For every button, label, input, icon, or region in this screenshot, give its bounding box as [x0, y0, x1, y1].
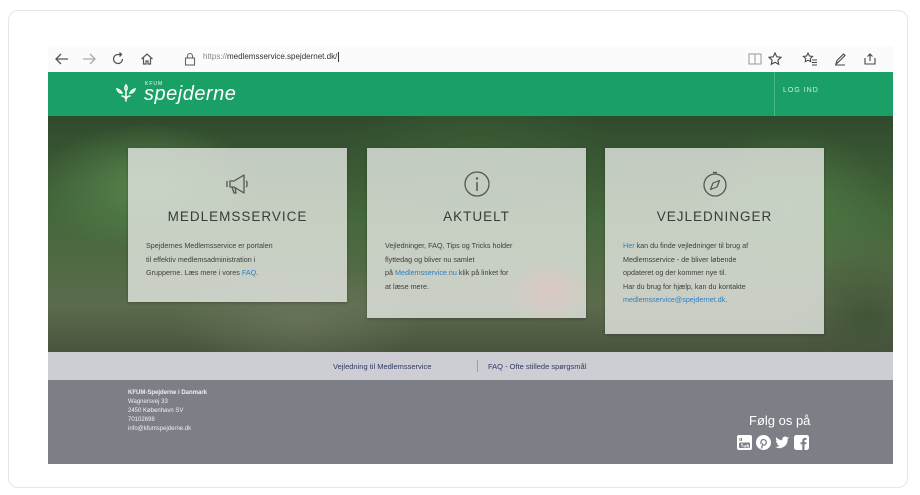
favorites-hub-icon[interactable]	[800, 49, 820, 69]
card-text: kan du finde vejledninger til brug af	[634, 241, 749, 250]
home-icon[interactable]	[137, 49, 157, 69]
follow-label: Følg os på	[749, 413, 811, 428]
card-text-line: flyttedag og bliver nu samlet	[385, 254, 475, 264]
favorite-star-icon[interactable]	[765, 49, 785, 69]
card-text-line: Vejledninger, FAQ, Tips og Tricks holder	[385, 241, 513, 250]
url-protocol: https://	[203, 52, 228, 62]
header-divider	[774, 72, 775, 116]
back-arrow-icon[interactable]	[52, 49, 72, 69]
footer-org: KFUM-Spejderne i Danmark	[128, 390, 208, 396]
megaphone-icon	[225, 174, 248, 194]
pinterest-icon[interactable]	[756, 435, 771, 450]
refresh-icon[interactable]	[108, 49, 128, 69]
guide-link[interactable]: Vejledning til Medlemsservice	[333, 362, 431, 371]
card-text-line: Har du brug for hjælp, kan du kontakte	[623, 281, 746, 291]
card-text-line: på Medlemsservice.nu klik på linket for	[385, 266, 572, 280]
link-bar: Vejledning til Medlemsservice FAQ - Ofte…	[48, 352, 893, 380]
card-text: .	[725, 295, 728, 304]
card-title: MEDLEMSSERVICE	[167, 209, 308, 224]
link-separator	[477, 360, 478, 372]
address-bar[interactable]: https://medlemsservice.spejdernet.dk/	[203, 52, 340, 62]
forward-arrow-icon[interactable]	[79, 49, 99, 69]
info-icon	[463, 171, 490, 197]
card-aktuelt: AKTUELT Vejledninger, FAQ, Tips og Trick…	[367, 148, 586, 318]
footer-phone: 70102698	[128, 417, 155, 423]
card-text-line: Spejdernes Medlemsservice er portalen	[146, 241, 273, 250]
medlemsservice-nu-link[interactable]: Medlemsservice.nu	[395, 268, 457, 277]
logo-clover-icon[interactable]	[114, 81, 138, 105]
card-text-line: opdateret og der kommer nye til.	[623, 268, 727, 277]
reading-view-icon[interactable]	[745, 49, 765, 69]
card-text-line: Medlemsservice - de bliver løbende	[623, 254, 737, 264]
site-header: KFUM spejderne LOG IND	[48, 72, 893, 116]
login-link[interactable]: LOG IND	[783, 87, 819, 94]
footer-email[interactable]: info@kfumspejderne.dk	[128, 426, 191, 432]
faq-page-link[interactable]: FAQ - Ofte stillede spørgsmål	[488, 362, 586, 371]
card-text-line: at læse mere.	[385, 281, 429, 291]
card-text-line: til effektiv medlemsadministration i	[146, 254, 256, 264]
card-body: Spejdernes Medlemsservice er portalen ti…	[146, 239, 333, 280]
her-link[interactable]: Her	[623, 241, 635, 250]
card-body: Vejledninger, FAQ, Tips og Tricks holder…	[385, 239, 572, 293]
url-host: medlemsservice.spejdernet.dk/	[227, 52, 338, 62]
twitter-icon[interactable]	[775, 435, 790, 450]
browser-toolbar: https://medlemsservice.spejdernet.dk/	[48, 46, 893, 73]
card-medlemsservice: MEDLEMSSERVICE Spejdernes Medlemsservice…	[128, 148, 347, 302]
compass-icon	[702, 171, 727, 197]
card-text: Grupperne. Læs mere i vores	[146, 268, 242, 277]
faq-link[interactable]: FAQ	[242, 268, 256, 277]
share-icon[interactable]	[860, 49, 880, 69]
card-title: AKTUELT	[443, 209, 510, 224]
logo-text[interactable]: spejderne	[144, 83, 236, 106]
browser-window: https://medlemsservice.spejdernet.dk/ KF…	[48, 46, 893, 464]
card-text-line: medlemsservice@spejdernet.dk.	[623, 293, 810, 307]
site-footer: KFUM-Spejderne i Danmark Wagnersvej 33 2…	[48, 380, 893, 464]
footer-city: 2450 København SV	[128, 408, 184, 414]
youtube-icon[interactable]	[737, 435, 752, 450]
facebook-icon[interactable]	[794, 435, 809, 450]
footer-street: Wagnersvej 33	[128, 399, 168, 405]
card-text: klik på linket for	[456, 268, 509, 277]
pen-icon[interactable]	[830, 49, 850, 69]
card-title: VEJLEDNINGER	[656, 209, 773, 224]
card-text: på	[385, 268, 395, 277]
card-text-line: Her kan du finde vejledninger til brug a…	[623, 239, 810, 253]
card-vejledninger: VEJLEDNINGER Her kan du finde vejledning…	[605, 148, 824, 334]
support-email-link[interactable]: medlemsservice@spejdernet.dk	[623, 295, 725, 304]
card-body: Her kan du finde vejledninger til brug a…	[623, 239, 810, 307]
hero-section: MEDLEMSSERVICE Spejdernes Medlemsservice…	[48, 116, 893, 352]
card-text-line: Grupperne. Læs mere i vores FAQ.	[146, 266, 333, 280]
card-text: .	[256, 268, 259, 277]
lock-icon	[184, 52, 196, 66]
